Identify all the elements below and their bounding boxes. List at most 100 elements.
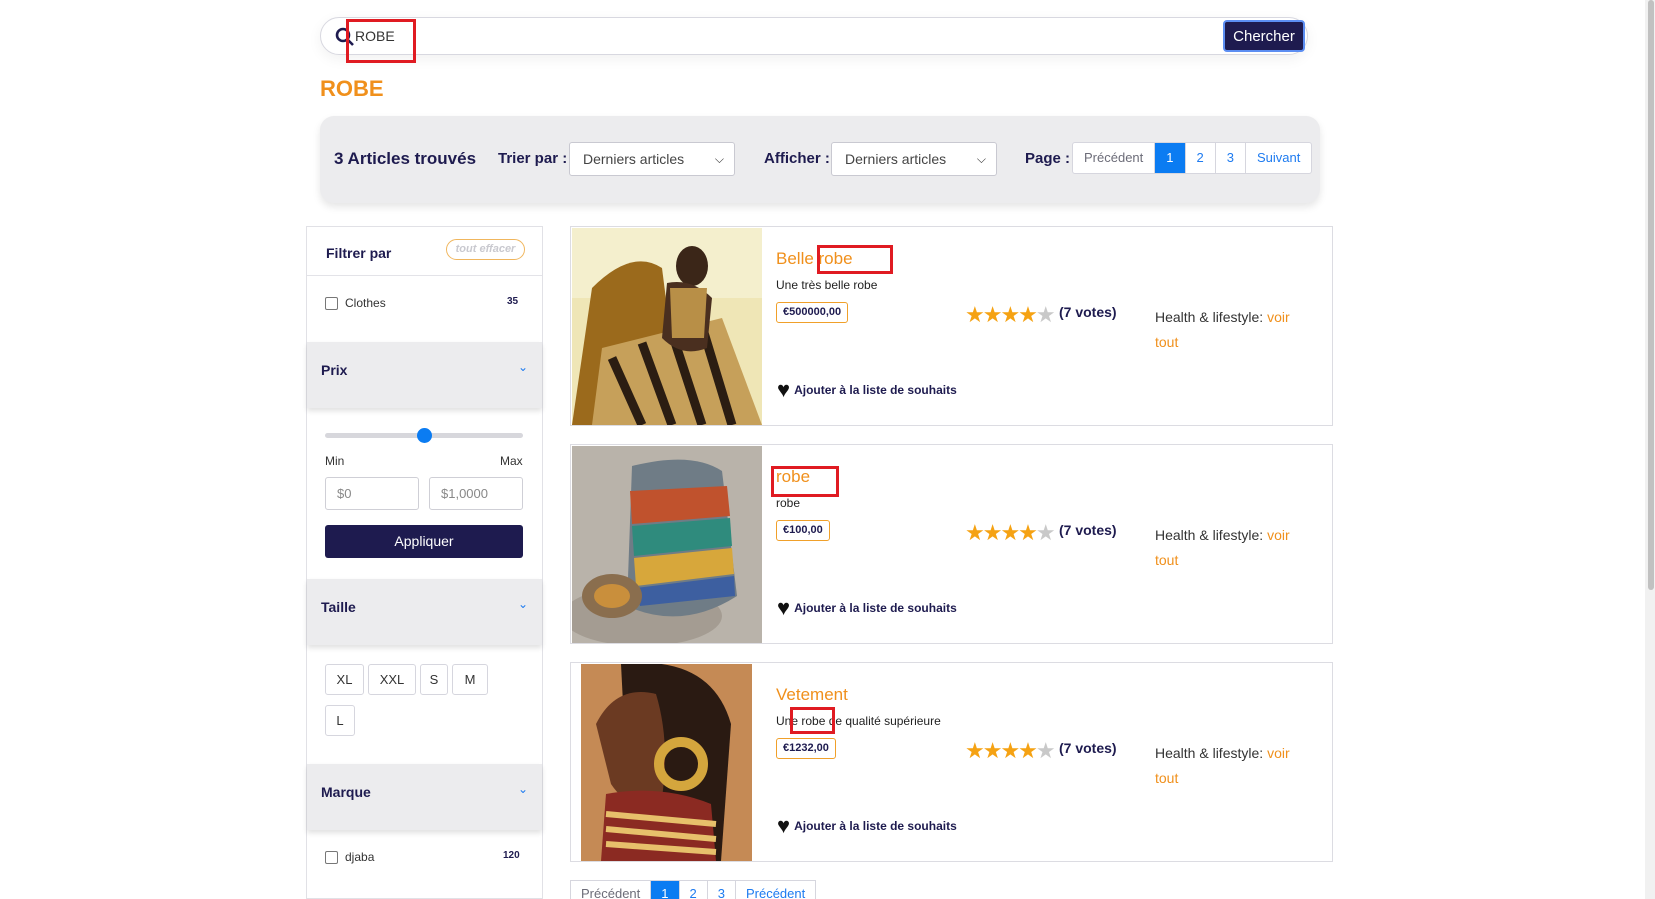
pagination-next[interactable]: Précédent	[734, 881, 815, 899]
price-section-header[interactable]: Prix ⌄	[307, 342, 542, 408]
sort-label: Trier par :	[498, 150, 568, 167]
clear-filters-button[interactable]: tout effacer	[446, 239, 525, 260]
pagination-page-1[interactable]: 1	[1154, 143, 1185, 173]
pagination-page-3[interactable]: 3	[706, 881, 735, 899]
wishlist-label: Ajouter à la liste de souhaits	[794, 601, 957, 615]
star-empty-icon: ★	[1035, 738, 1056, 763]
category-count: 35	[507, 296, 519, 307]
add-to-wishlist[interactable]: ♥ Ajouter à la liste de souhaits	[777, 377, 957, 403]
star-empty-icon: ★	[1035, 302, 1056, 327]
category-label: Health & lifestyle:	[1155, 309, 1264, 325]
results-toolbar: 3 Articles trouvés Trier par : Derniers …	[320, 116, 1320, 203]
star-rating: ★★★★★	[965, 738, 1056, 764]
search-button[interactable]: Chercher	[1223, 20, 1305, 52]
chevron-down-icon: ⌄	[517, 782, 528, 796]
star-icon: ★★★★	[965, 520, 1038, 545]
checkbox[interactable]	[325, 851, 338, 864]
search-icon	[335, 27, 354, 46]
pagination-prev[interactable]: Précédent	[571, 881, 650, 899]
filter-title: Filtrer par	[326, 245, 392, 261]
scrollbar-thumb[interactable]	[1648, 0, 1654, 590]
checkbox[interactable]	[325, 297, 338, 310]
filter-sidebar: Filtrer par tout effacer Clothes 35 Prix…	[306, 226, 543, 899]
show-select[interactable]: Derniers articles ⌵	[831, 142, 997, 176]
filter-header: Filtrer par tout effacer	[307, 227, 542, 276]
add-to-wishlist[interactable]: ♥ Ajouter à la liste de souhaits	[777, 813, 957, 839]
bottom-pagination: Précédent 1 2 3 Précédent	[570, 880, 817, 899]
apply-price-button[interactable]: Appliquer	[325, 525, 523, 558]
pagination-prev[interactable]: Précédent	[1073, 143, 1154, 173]
show-select-value: Derniers articles	[845, 151, 947, 167]
product-description: robe	[776, 496, 801, 510]
min-label: Min	[325, 454, 345, 468]
product-description: Une robe de qualité supérieure	[776, 714, 941, 728]
min-price-input[interactable]: $0	[325, 477, 419, 510]
star-rating: ★★★★★	[965, 302, 1056, 328]
chevron-down-icon: ⌄	[517, 597, 528, 611]
search-bar: Chercher	[320, 17, 1308, 55]
wishlist-label: Ajouter à la liste de souhaits	[794, 383, 957, 397]
size-option-m[interactable]: M	[452, 664, 488, 695]
size-section-header[interactable]: Taille ⌄	[307, 579, 542, 645]
heart-icon: ♥	[777, 377, 791, 402]
category-info: Health & lifestyle: voir tout	[1155, 305, 1315, 355]
size-option-s[interactable]: S	[420, 664, 448, 695]
product-image[interactable]	[581, 664, 752, 861]
category-label: Clothes	[345, 296, 386, 310]
star-icon: ★★★★	[965, 738, 1038, 763]
product-image[interactable]	[572, 446, 762, 643]
price-slider-handle[interactable]	[417, 428, 432, 443]
heart-icon: ♥	[777, 595, 791, 620]
brand-label: djaba	[345, 850, 375, 864]
product-name[interactable]: robe	[776, 467, 810, 487]
brand-section-header[interactable]: Marque ⌄	[307, 764, 542, 830]
chevron-down-icon: ⌵	[714, 152, 724, 166]
category-label: Health & lifestyle:	[1155, 527, 1264, 543]
category-filter-clothes[interactable]: Clothes 35	[325, 294, 525, 314]
sort-select[interactable]: Derniers articles ⌵	[569, 142, 735, 176]
pagination-page-3[interactable]: 3	[1214, 143, 1245, 173]
chevron-down-icon: ⌵	[976, 152, 986, 166]
product-price: €500000,00	[776, 302, 849, 323]
category-label: Health & lifestyle:	[1155, 745, 1264, 761]
add-to-wishlist[interactable]: ♥ Ajouter à la liste de souhaits	[777, 595, 957, 621]
category-info: Health & lifestyle: voir tout	[1155, 741, 1315, 791]
product-price: €1232,00	[776, 738, 836, 759]
pagination: Précédent 1 2 3 Suivant	[1072, 142, 1313, 174]
brand-title: Marque	[321, 784, 371, 800]
max-label: Max	[500, 454, 523, 468]
category-info: Health & lifestyle: voir tout	[1155, 523, 1315, 573]
pagination-next[interactable]: Suivant	[1244, 143, 1311, 173]
brand-count: 120	[503, 850, 520, 861]
heart-icon: ♥	[777, 813, 791, 838]
pagination-page-2[interactable]: 2	[678, 881, 707, 899]
star-empty-icon: ★	[1035, 520, 1056, 545]
product-image[interactable]	[572, 228, 762, 425]
results-count: 3 Articles trouvés	[334, 149, 477, 168]
show-label: Afficher :	[764, 150, 830, 167]
chevron-down-icon: ⌄	[517, 360, 528, 374]
pagination-page-2[interactable]: 2	[1184, 143, 1215, 173]
product-name[interactable]: Belle robe	[776, 249, 853, 269]
product-card[interactable]: Belle robe Une très belle robe €500000,0…	[570, 226, 1333, 426]
vote-count: (7 votes)	[1059, 740, 1117, 756]
size-option-xxl[interactable]: XXL	[368, 664, 416, 695]
size-title: Taille	[321, 599, 356, 615]
max-price-input[interactable]: $1,0000	[429, 477, 523, 510]
size-option-xl[interactable]: XL	[325, 664, 364, 695]
price-title: Prix	[321, 362, 348, 378]
product-card[interactable]: robe robe €100,00 ★★★★★ (7 votes) Health…	[570, 444, 1333, 644]
size-option-l[interactable]: L	[325, 705, 355, 736]
sort-select-value: Derniers articles	[583, 151, 685, 167]
star-icon: ★★★★	[965, 302, 1038, 327]
page-label: Page :	[1025, 150, 1071, 167]
search-input[interactable]	[355, 18, 1135, 54]
vote-count: (7 votes)	[1059, 304, 1117, 320]
brand-filter-djaba[interactable]: djaba 120	[325, 848, 525, 868]
product-card[interactable]: Vetement Une robe de qualité supérieure …	[570, 662, 1333, 862]
page: Chercher ROBE 3 Articles trouvés Trier p…	[0, 0, 1655, 899]
wishlist-label: Ajouter à la liste de souhaits	[794, 819, 957, 833]
product-name[interactable]: Vetement	[776, 685, 848, 705]
star-rating: ★★★★★	[965, 520, 1056, 546]
pagination-page-1[interactable]: 1	[650, 881, 679, 899]
